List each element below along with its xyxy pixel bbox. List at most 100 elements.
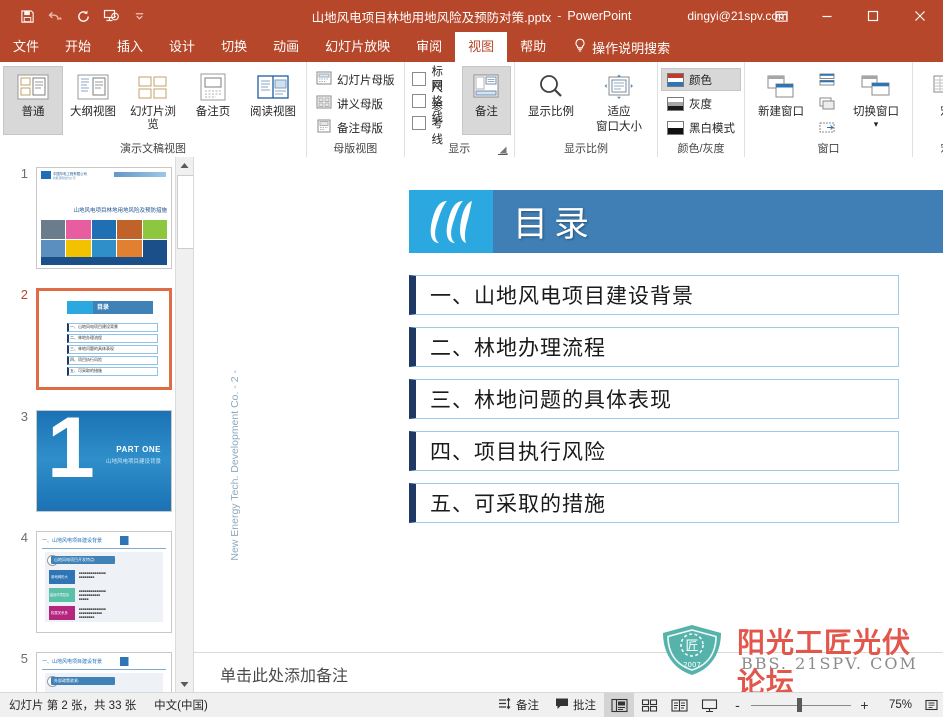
notes-toggle-button[interactable]: 备注 <box>461 66 511 135</box>
tab-file[interactable]: 文件 <box>0 32 52 62</box>
thumbnail-preview[interactable]: 1 PART ONE 山地风电项目建设背景 <box>36 410 172 512</box>
close-icon[interactable] <box>896 0 943 32</box>
slide-editing-area[interactable]: New Energy Tech. Development Co. - 2 - 目… <box>194 157 943 652</box>
notes-master-label: 备注母版 <box>337 122 383 135</box>
slide-position-indicator[interactable]: 幻灯片 第 2 张，共 33 张 <box>0 693 145 717</box>
switch-windows-button[interactable]: 切换窗口 ▾ <box>843 66 909 135</box>
thumbnail-slide-4[interactable]: 4 一、山地风电项目建设背景 1 山地风电项目开发特点: 用地网形大 建设环境复… <box>6 531 172 633</box>
notes-master-icon <box>316 119 332 136</box>
tab-view[interactable]: 视图 <box>455 32 508 62</box>
show-dialog-launcher[interactable] <box>497 145 508 156</box>
toc-item-1[interactable]: 一、山地风电项目建设背景 <box>409 275 899 315</box>
slide-logo-box <box>409 190 493 253</box>
grayscale-swatch-icon <box>667 96 684 111</box>
zoom-slider[interactable] <box>751 693 851 717</box>
chevron-down-icon[interactable] <box>126 3 152 29</box>
thumbnail-slide-2[interactable]: 2 目录 一、山地风电项目建设背景 二、林地办理流程 三、林地问题的具体表现 四… <box>6 288 172 390</box>
move-split-button[interactable] <box>814 116 840 139</box>
guides-checkbox[interactable]: 参考线 <box>408 102 458 146</box>
scroll-down-icon[interactable] <box>176 676 193 693</box>
maximize-icon[interactable] <box>850 0 896 32</box>
blackwhite-button[interactable]: 黑白模式 <box>661 116 741 139</box>
minimize-icon[interactable] <box>804 0 850 32</box>
grayscale-button[interactable]: 灰度 <box>661 92 741 115</box>
slide-header[interactable]: 目录 <box>409 190 943 253</box>
slide-sorter-button[interactable]: 幻灯片浏览 <box>123 66 183 135</box>
tab-transitions[interactable]: 切换 <box>208 32 260 62</box>
slideshow-icon[interactable] <box>98 3 124 29</box>
notes-pane[interactable]: 单击此处添加备注 <box>194 652 943 694</box>
ribbon-options-icon[interactable] <box>758 0 804 32</box>
thumb4-corp-logo <box>120 536 166 545</box>
normal-view-button[interactable]: 普通 <box>3 66 63 135</box>
color-button[interactable]: 颜色 <box>661 68 741 91</box>
checkbox-icon <box>411 71 426 86</box>
notes-page-button[interactable]: 备注页 <box>183 66 243 135</box>
toc-item-3[interactable]: 三、林地问题的具体表现 <box>409 379 899 419</box>
arrange-all-button[interactable] <box>814 68 840 91</box>
notes-master-button[interactable]: 备注母版 <box>310 116 401 139</box>
language-indicator[interactable]: 中文(中国) <box>145 693 217 717</box>
tab-slideshow[interactable]: 幻灯片放映 <box>312 32 403 62</box>
notes-status-button[interactable]: 备注 <box>490 693 547 717</box>
thumbnail-slide-3[interactable]: 3 1 PART ONE 山地风电项目建设背景 <box>6 410 172 512</box>
zoom-magnifier-icon <box>535 70 567 104</box>
tab-design[interactable]: 设计 <box>156 32 208 62</box>
zoom-out-button[interactable]: - <box>731 693 744 717</box>
slide-sorter-view-button[interactable] <box>634 693 664 717</box>
zoom-level-label[interactable]: 75% <box>878 699 919 711</box>
tab-help[interactable]: 帮助 <box>507 32 559 62</box>
redo-icon[interactable] <box>70 3 96 29</box>
thumbnail-slide-1[interactable]: 1 中国华电工程有限公司 新能源科技分公司 山地风电项目林地用地风险及预防措施 <box>6 167 172 269</box>
notes-page-icon <box>196 70 230 104</box>
thumbnail-preview[interactable]: 一、山地风电项目建设背景 2 外部政策收紧: <box>36 652 172 693</box>
thumbnail-preview[interactable]: 目录 一、山地风电项目建设背景 二、林地办理流程 三、林地问题的具体表现 四、项… <box>36 288 172 390</box>
macros-button[interactable]: 宏 <box>916 66 943 135</box>
fit-slide-to-window-button[interactable] <box>919 693 943 717</box>
slide-master-button[interactable]: 幻灯片母版 <box>310 68 401 91</box>
slideshow-view-button[interactable] <box>694 693 724 717</box>
new-window-button[interactable]: 新建窗口 <box>748 66 814 135</box>
tab-insert[interactable]: 插入 <box>104 32 156 62</box>
status-bar: 幻灯片 第 2 张，共 33 张 中文(中国) 备注 批注 - + 75% <box>0 692 943 717</box>
fit-to-window-button[interactable]: 适应 窗口大小 <box>584 66 654 135</box>
zoom-in-button[interactable]: + <box>858 693 871 717</box>
zoom-button[interactable]: 显示比例 <box>518 66 584 135</box>
ribbon-group-show: 标尺 网格线 参考线 备注 显示 <box>403 62 515 157</box>
thumbnail-scrollbar[interactable] <box>175 157 193 693</box>
normal-view-button[interactable] <box>604 693 634 717</box>
handout-master-button[interactable]: 讲义母版 <box>310 92 401 115</box>
toc-item-label: 一、山地风电项目建设背景 <box>430 284 694 308</box>
zoom-slider-handle[interactable] <box>797 698 802 712</box>
toc-item-2[interactable]: 二、林地办理流程 <box>409 327 899 367</box>
cascade-button[interactable] <box>814 92 840 115</box>
comments-status-button[interactable]: 批注 <box>547 693 604 717</box>
reading-view-button[interactable] <box>664 693 694 717</box>
toc-item-4[interactable]: 四、项目执行风险 <box>409 431 899 471</box>
slide-thumbnail-pane[interactable]: 1 中国华电工程有限公司 新能源科技分公司 山地风电项目林地用地风险及预防措施 <box>0 157 194 693</box>
tab-review[interactable]: 审阅 <box>403 32 455 62</box>
slide-master-icon <box>316 71 332 88</box>
toc-item-5[interactable]: 五、可采取的措施 <box>409 483 899 523</box>
undo-icon[interactable] <box>42 3 68 29</box>
tab-home[interactable]: 开始 <box>52 32 104 62</box>
double-slash-logo-icon <box>425 199 479 248</box>
thumbnail-preview[interactable]: 一、山地风电项目建设背景 1 山地风电项目开发特点: 用地网形大 建设环境复杂 … <box>36 531 172 633</box>
toc-item-label: 四、项目执行风险 <box>430 440 606 464</box>
scroll-up-icon[interactable] <box>176 157 193 174</box>
tell-me-search[interactable]: 操作说明搜索 <box>559 32 680 62</box>
scrollbar-track[interactable] <box>176 174 193 676</box>
outline-view-button[interactable]: 大纲视图 <box>63 66 123 135</box>
notes-placeholder[interactable]: 单击此处添加备注 <box>220 662 348 686</box>
thumbnail-slide-5[interactable]: 5 一、山地风电项目建设背景 2 外部政策收紧: <box>6 652 172 693</box>
normal-view-icon <box>16 70 50 104</box>
save-icon[interactable] <box>14 3 40 29</box>
tab-animations[interactable]: 动画 <box>260 32 312 62</box>
current-slide[interactable]: New Energy Tech. Development Co. - 2 - 目… <box>214 165 943 589</box>
toc-item-label: 三、林地问题的具体表现 <box>430 388 672 412</box>
reading-view-button[interactable]: 阅读视图 <box>243 66 303 135</box>
thumb2-item-text: 五、可采取的措施 <box>70 368 102 373</box>
color-swatch-icon <box>667 72 684 87</box>
thumbnail-preview[interactable]: 中国华电工程有限公司 新能源科技分公司 山地风电项目林地用地风险及预防措施 <box>36 167 172 269</box>
scrollbar-thumb[interactable] <box>177 175 193 249</box>
